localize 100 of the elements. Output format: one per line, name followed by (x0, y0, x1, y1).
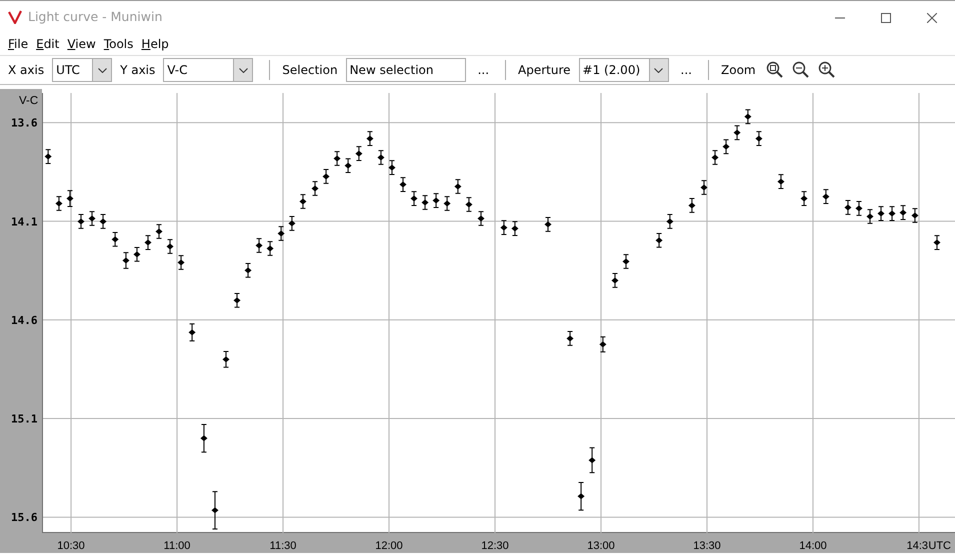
data-point (844, 204, 852, 210)
selection-field[interactable]: New selection (346, 58, 466, 82)
error-bar (288, 216, 295, 231)
data-point (166, 244, 174, 250)
window-title: Light curve - Muniwin (28, 8, 162, 26)
data-point (588, 457, 596, 464)
data-point (578, 493, 585, 500)
data-point (299, 198, 306, 205)
x-tick-label: 14:00 (799, 540, 827, 552)
data-point (656, 237, 663, 244)
data-point (66, 196, 74, 202)
menu-item[interactable]: File (4, 35, 32, 53)
data-point (800, 196, 808, 202)
data-point (900, 210, 907, 216)
data-point (355, 150, 362, 157)
data-point (222, 356, 230, 362)
data-point (122, 258, 130, 264)
data-point (288, 220, 296, 226)
error-bar (756, 131, 762, 146)
data-point (611, 277, 618, 284)
error-bar (189, 323, 196, 342)
data-point (878, 210, 885, 217)
error-bar (545, 217, 551, 232)
menu-item[interactable]: Help (137, 35, 173, 53)
error-bar (378, 150, 384, 165)
error-bar (156, 224, 162, 239)
x-axis-dropdown[interactable]: UTC (52, 58, 112, 82)
x-tick-label: 11:00 (164, 540, 190, 552)
error-bar (712, 150, 718, 165)
y-tick-label: 15.1 (11, 412, 38, 426)
error-bar (701, 180, 708, 195)
error-bar (89, 211, 96, 226)
data-point (322, 173, 330, 180)
error-bar (422, 195, 428, 210)
data-point (744, 114, 752, 120)
data-point (511, 226, 518, 232)
data-point (100, 218, 107, 224)
menu-item[interactable]: View (63, 35, 100, 53)
error-bar (212, 491, 218, 530)
menu-item[interactable]: Edit (32, 35, 64, 53)
more-button[interactable]: ... (474, 61, 494, 79)
error-bar (444, 196, 450, 211)
error-bar (234, 292, 240, 308)
y-axis-label: V-C (19, 95, 38, 107)
data-point (454, 184, 462, 190)
y-axis-dropdown[interactable]: V-C (163, 58, 254, 82)
error-bar (656, 232, 662, 248)
data-point (334, 156, 341, 162)
error-bar (734, 125, 740, 140)
error-bar (145, 235, 151, 250)
error-bar (744, 109, 751, 124)
x-axis-label: UTC (928, 540, 951, 552)
data-point (211, 507, 218, 514)
error-bar (245, 262, 252, 278)
data-point (478, 216, 484, 222)
caret-icon (238, 68, 248, 72)
y-tick-label: 14.6 (11, 314, 38, 327)
data-point (410, 196, 418, 202)
error-bar (578, 482, 584, 511)
data-point (777, 178, 784, 185)
more-button[interactable]: ... (676, 61, 696, 79)
data-point (400, 182, 406, 188)
x-tick-label: 14:3 (906, 540, 928, 552)
error-bar (844, 200, 851, 215)
x-tick-label: 13:30 (693, 540, 721, 552)
error-bar (312, 181, 318, 196)
error-bar (934, 235, 940, 250)
error-bar (78, 214, 84, 229)
data-point (755, 136, 762, 142)
menu-item[interactable]: Tools (100, 35, 138, 53)
data-point (933, 240, 940, 246)
error-bar (589, 447, 596, 474)
error-bar (200, 424, 207, 453)
field-label: Aperture (518, 62, 571, 79)
data-point (55, 200, 62, 206)
error-bar (100, 214, 106, 229)
data-point (911, 212, 918, 219)
error-bar (300, 194, 306, 209)
field-label: X axis (8, 62, 44, 79)
data-point (822, 194, 830, 200)
x-tick-label: 12:30 (481, 540, 509, 552)
error-bar (666, 214, 673, 229)
data-point (88, 216, 96, 222)
error-bar (433, 193, 440, 208)
data-point (566, 335, 574, 342)
caret-icon (98, 68, 107, 72)
error-bar (878, 206, 884, 221)
error-bar (366, 131, 373, 146)
error-bar (400, 177, 406, 192)
error-bar (856, 201, 862, 216)
data-point (366, 136, 374, 142)
data-point (622, 258, 630, 264)
error-bar (66, 190, 73, 207)
data-point (432, 198, 440, 204)
data-point (734, 130, 741, 136)
aperture-dropdown[interactable]: #1 (2.00) (578, 58, 669, 82)
error-bar (178, 255, 184, 270)
error-bar (45, 149, 52, 164)
data-point (388, 164, 396, 171)
error-bar (600, 336, 606, 352)
